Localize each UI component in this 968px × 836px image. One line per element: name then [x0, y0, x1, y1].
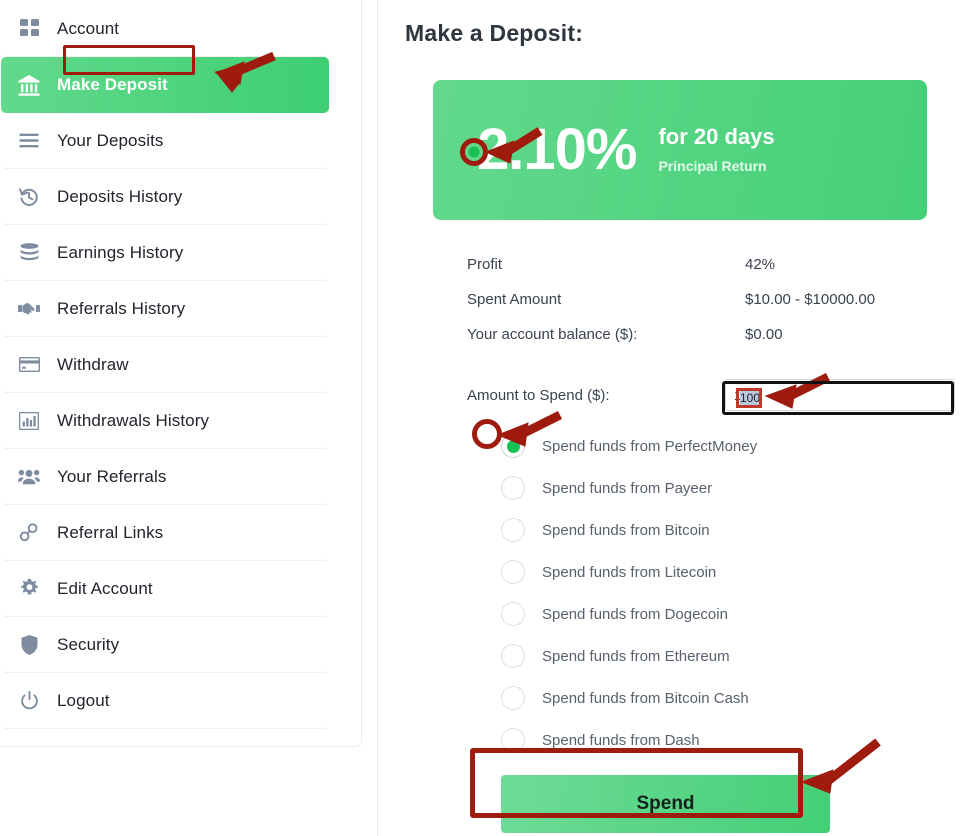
sidebar-item-deposits-history[interactable]: Deposits History [1, 169, 329, 225]
sidebar-item-label: Earnings History [57, 242, 184, 262]
sidebar-item-withdrawals-history[interactable]: Withdrawals History [1, 393, 329, 449]
radio-button-icon[interactable] [501, 644, 525, 668]
fact-value: $0.00 [745, 326, 783, 343]
shield-icon [1, 634, 57, 655]
payment-method-label: Spend funds from Bitcoin Cash [542, 689, 749, 707]
payment-method-option[interactable]: Spend funds from Payeer [501, 467, 955, 509]
radio-button-icon[interactable] [501, 560, 525, 584]
fact-label: Profit [467, 256, 503, 273]
plan-duration: for 20 days [658, 123, 775, 149]
payment-method-label: Spend funds from Payeer [542, 479, 713, 497]
link-chain-icon [1, 523, 57, 542]
payment-method-option[interactable]: Spend funds from Bitcoin [501, 509, 955, 551]
page-title: Make a Deposit: [405, 20, 584, 46]
amount-to-spend-row: Amount to Spend ($): [467, 379, 959, 411]
sidebar-item-make-deposit[interactable]: Make Deposit [1, 57, 329, 113]
payment-method-label: Spend funds from Litecoin [542, 563, 717, 581]
payment-method-option[interactable]: Spend funds from Bitcoin Cash [501, 677, 955, 719]
sidebar-item-label: Edit Account [57, 578, 153, 598]
sidebar-item-your-deposits[interactable]: Your Deposits [1, 113, 329, 169]
plan-banner: 2.10% for 20 days Principal Return [433, 80, 927, 220]
sidebar-item-label: Withdrawals History [57, 410, 210, 430]
power-icon [1, 691, 57, 710]
sidebar-item-label: Referral Links [57, 522, 164, 542]
sidebar-item-logout[interactable]: Logout [1, 673, 329, 729]
fact-value: $10.00 - $10000.00 [745, 291, 876, 308]
sidebar-item-label: Logout [57, 690, 110, 710]
amount-to-spend-input[interactable] [725, 379, 955, 411]
sidebar-item-earnings-history[interactable]: Earnings History [1, 225, 329, 281]
payment-method-option[interactable]: Spend funds from Dash [501, 719, 955, 761]
sidebar-item-your-referrals[interactable]: Your Referrals [1, 449, 329, 505]
amount-input-wrap [725, 379, 955, 411]
sidebar-item-account[interactable]: Account [1, 1, 329, 57]
sidebar-item-referral-links[interactable]: Referral Links [1, 505, 329, 561]
payment-method-label: Spend funds from Bitcoin [542, 521, 710, 539]
sidebar-item-security[interactable]: Security [1, 617, 329, 673]
radio-button-icon[interactable] [501, 476, 525, 500]
menu-lines-icon [1, 133, 57, 148]
plan-details: for 20 days Principal Return [658, 124, 774, 176]
payment-method-option[interactable]: Spend funds from Dogecoin [501, 593, 955, 635]
sidebar-item-label: Referrals History [57, 298, 186, 318]
sidebar-item-withdraw[interactable]: Withdraw [1, 337, 329, 393]
fact-row: Spent Amount $10.00 - $10000.00 [467, 291, 937, 308]
amount-to-spend-label: Amount to Spend ($): [467, 386, 610, 404]
grid-icon [1, 19, 57, 38]
plan-facts: Profit 42% Spent Amount $10.00 - $10000.00 Y… [467, 256, 937, 343]
payment-method-label: Spend funds from Ethereum [542, 647, 730, 665]
fact-row: Your account balance ($): $0.00 [467, 326, 937, 343]
sidebar-item-label: Account [57, 18, 120, 38]
sidebar-item-label: Security [57, 634, 120, 654]
sidebar-item-referrals-history[interactable]: Referrals History [1, 281, 329, 337]
sidebar-item-label: Make Deposit [57, 75, 168, 94]
sidebar-item-edit-account[interactable]: Edit Account [1, 561, 329, 617]
plan-subtitle: Principal Return [658, 158, 767, 175]
sidebar-item-label: Your Deposits [57, 130, 164, 150]
fact-label: Your account balance ($): [467, 326, 638, 343]
payment-method-option[interactable]: Spend funds from Ethereum [501, 635, 955, 677]
payment-method-option[interactable]: Spend funds from Litecoin [501, 551, 955, 593]
payment-method-label: Spend funds from Dash [542, 731, 700, 749]
main-panel: Make a Deposit: 2.10% for 20 days Princi… [377, 0, 968, 836]
sidebar-nav: Account Make Deposit Your Deposits Deposits… [1, 1, 329, 729]
sidebar-item-label: Withdraw [57, 354, 129, 374]
radio-button-icon[interactable] [501, 602, 525, 626]
fact-value: 42% [745, 256, 776, 273]
radio-button-icon[interactable] [501, 434, 525, 458]
bank-icon [1, 74, 57, 96]
spend-button[interactable]: Spend [501, 775, 830, 833]
handshake-icon [1, 301, 57, 317]
fact-label: Spent Amount [467, 291, 562, 308]
payment-method-label: Spend funds from PerfectMoney [542, 437, 758, 455]
deposit-page: Account Make Deposit Your Deposits Deposits… [0, 0, 968, 836]
radio-button-icon[interactable] [501, 518, 525, 542]
coins-stack-icon [1, 243, 57, 262]
history-clock-icon [1, 187, 57, 207]
credit-card-icon [1, 357, 57, 372]
users-group-icon [1, 468, 57, 485]
gear-icon [1, 579, 57, 598]
payment-method-label: Spend funds from Dogecoin [542, 605, 728, 623]
sidebar-panel: Account Make Deposit Your Deposits Deposits… [0, 0, 362, 747]
payment-method-option[interactable]: Spend funds from PerfectMoney [501, 425, 955, 467]
fact-row: Profit 42% [467, 256, 937, 273]
radio-button-icon[interactable] [501, 728, 525, 752]
bar-chart-icon [1, 411, 57, 430]
payment-methods-list: Spend funds from PerfectMoney Spend funds… [501, 425, 955, 761]
main-content: Make a Deposit: 2.10% for 20 days Princi… [405, 0, 955, 833]
plan-rate: 2.10% [477, 117, 637, 182]
radio-button-icon[interactable] [501, 686, 525, 710]
sidebar-item-label: Deposits History [57, 186, 183, 206]
sidebar-item-label: Your Referrals [57, 466, 167, 486]
